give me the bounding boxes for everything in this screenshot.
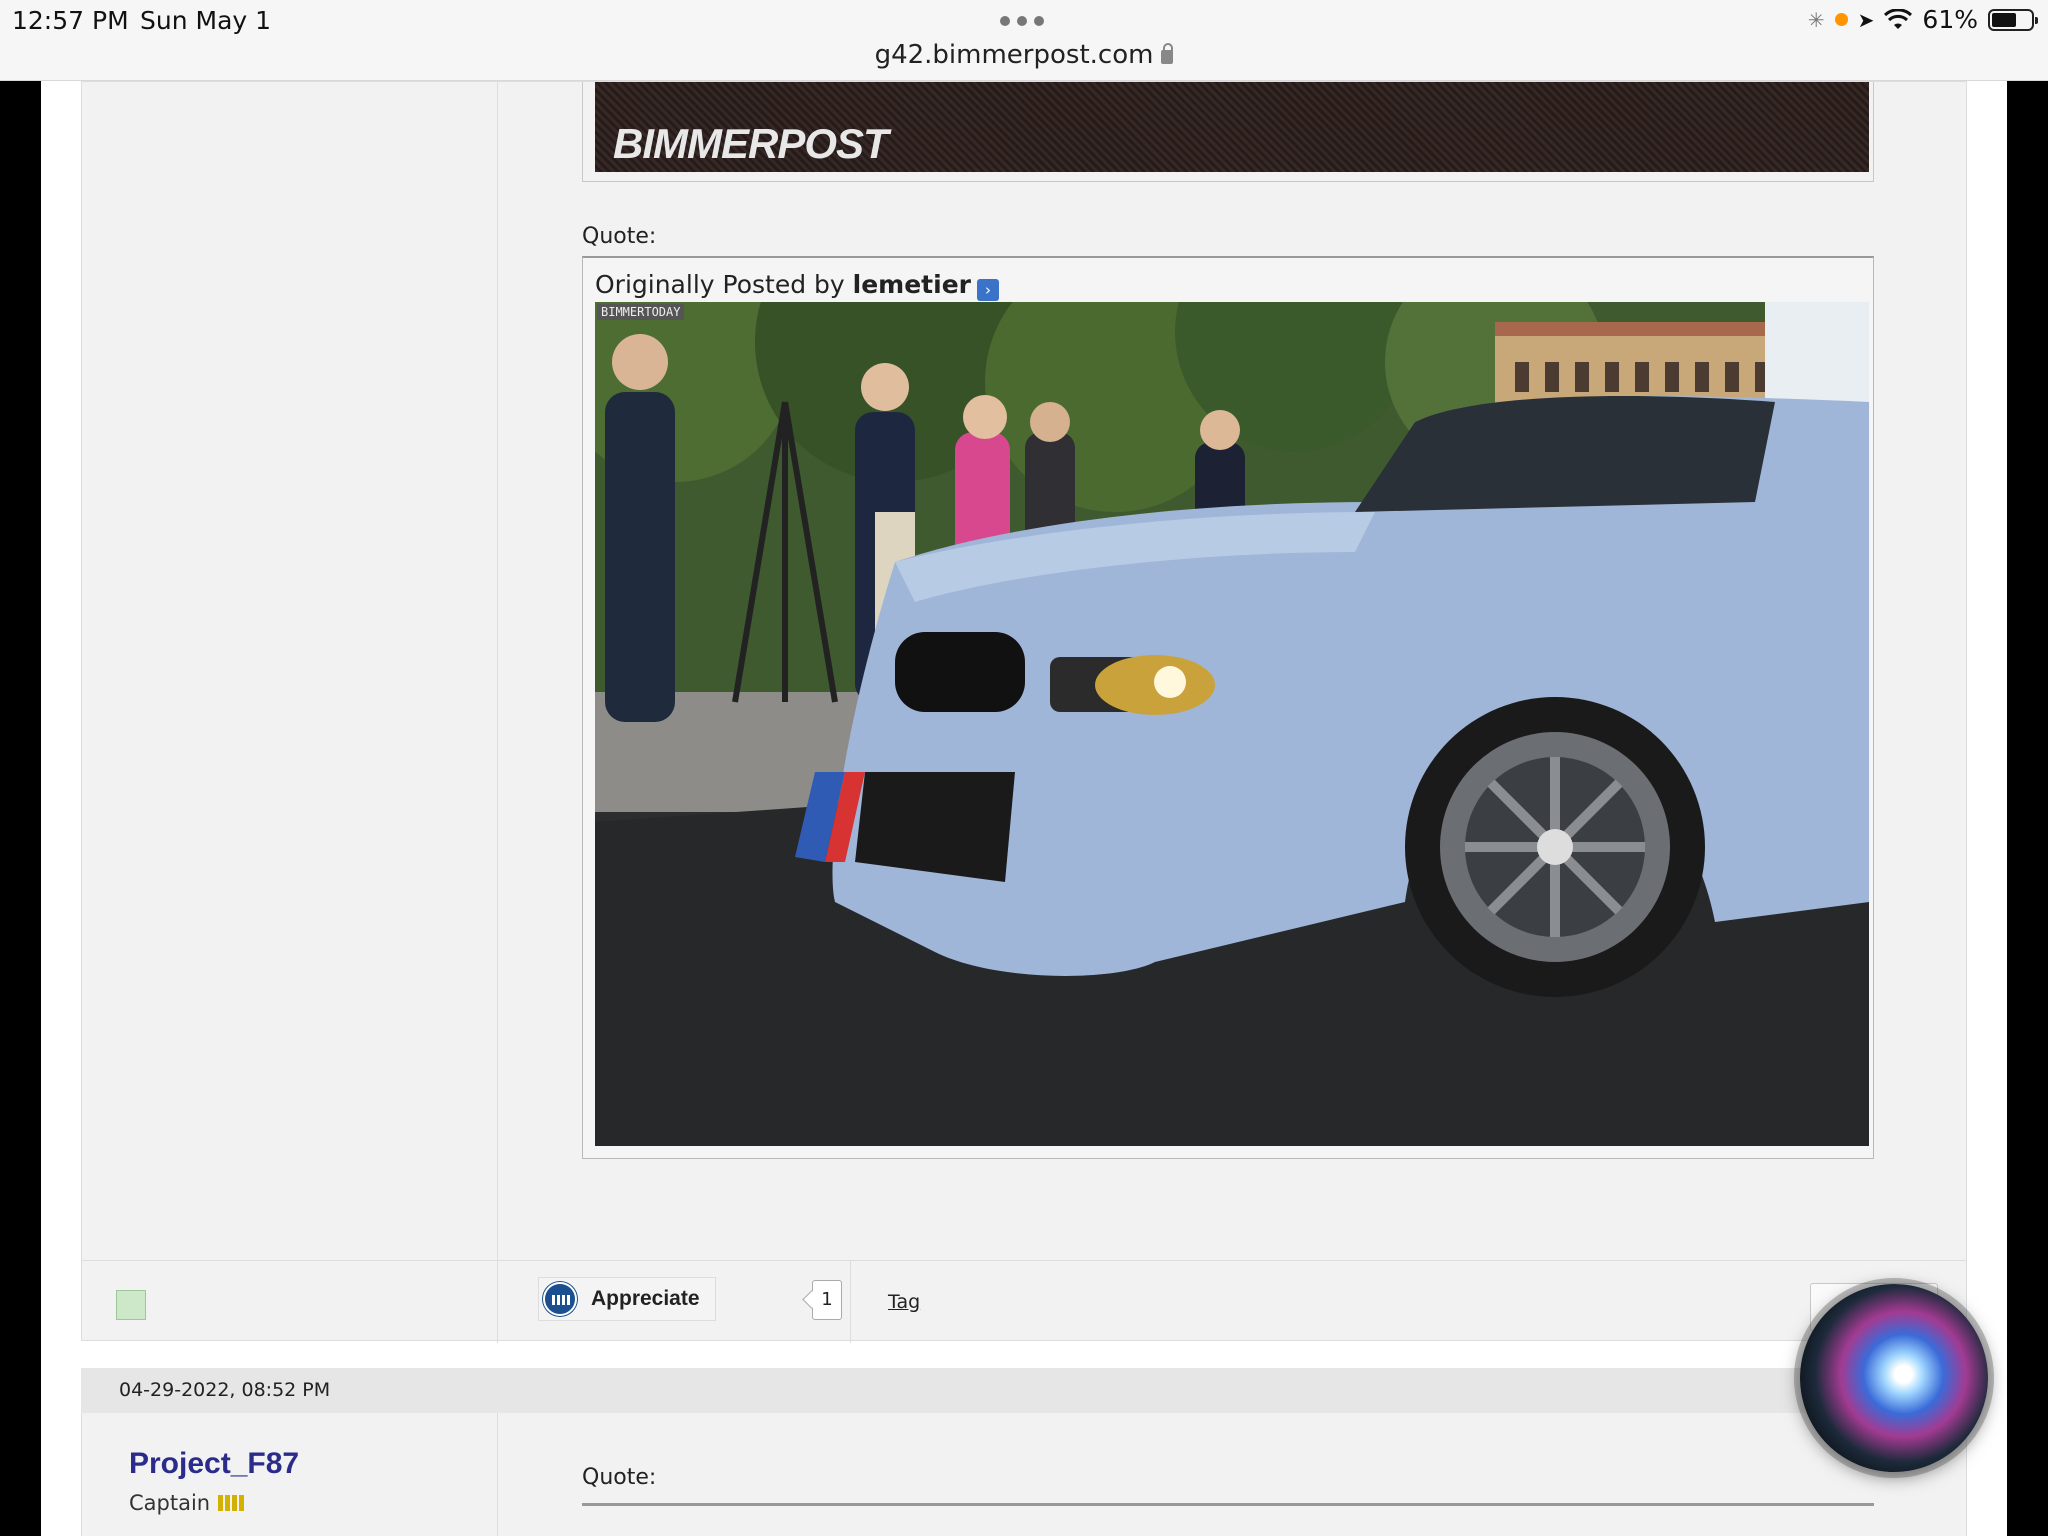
post-footer-bar: Appreciate 1 Tag	[82, 1260, 1966, 1343]
quote-author[interactable]: lemetier	[853, 270, 971, 299]
footer-divider	[850, 1261, 851, 1343]
status-indicators: ✳ ➤ 61%	[1807, 5, 2038, 34]
battery-icon	[1988, 8, 2038, 31]
user-rank: Captain	[129, 1491, 245, 1515]
safari-top-bar: 12:57 PM Sun May 1 ✳ ➤ 61% g42.bimmerpos…	[0, 0, 2048, 81]
quoted-car-photo[interactable]: BIMMERTODAY	[595, 302, 1869, 1146]
appreciate-icon	[543, 1282, 577, 1316]
post-date: 04-29-2022, 08:52 PM	[119, 1379, 331, 1401]
car-photo-illustration	[595, 302, 1869, 1146]
tag-link[interactable]: Tag	[888, 1291, 920, 1313]
siri-orb-icon[interactable]	[1800, 1284, 1988, 1472]
multitasking-dots-icon[interactable]	[1000, 16, 1044, 26]
activity-spinner-icon: ✳	[1807, 7, 1825, 32]
wifi-icon	[1884, 8, 1913, 29]
post-user-column: Project_F87 Captain	[82, 1413, 498, 1536]
rank-bars-icon	[218, 1495, 245, 1511]
appreciate-count[interactable]: 1	[812, 1280, 842, 1320]
status-time: 12:57 PM	[12, 6, 129, 35]
appreciate-button[interactable]: Appreciate	[538, 1277, 716, 1321]
lock-icon	[1161, 43, 1174, 64]
quote-box: Originally Posted by lemetier › BIMMERTO…	[582, 256, 1874, 1159]
status-date: Sun May 1	[140, 6, 272, 35]
online-status-icon	[116, 1290, 146, 1320]
appreciate-label: Appreciate	[591, 1287, 700, 1310]
quote-prefix: Originally Posted by	[595, 270, 845, 299]
quote-label: Quote:	[582, 1465, 657, 1490]
location-arrow-icon: ➤	[1857, 7, 1875, 32]
address-bar[interactable]: g42.bimmerpost.com	[0, 40, 2048, 70]
forum-post: Project_F87 Captain Quote:	[81, 1413, 1967, 1536]
url-text: g42.bimmerpost.com	[874, 40, 1154, 70]
microphone-indicator-icon	[1834, 13, 1848, 26]
post-content-column: BIMMERPOST Quote: Originally Posted by l…	[499, 82, 1966, 1260]
quote-label: Quote:	[582, 224, 657, 249]
bimmerpost-logo: BIMMERPOST	[613, 120, 889, 167]
username-link[interactable]: Project_F87	[129, 1447, 299, 1481]
post-user-column	[82, 82, 498, 1260]
previous-quote-box: BIMMERPOST	[582, 82, 1874, 182]
image-watermark: BIMMERTODAY	[597, 304, 685, 320]
forum-page: BIMMERPOST Quote: Originally Posted by l…	[41, 81, 2007, 1536]
quote-origin: Originally Posted by lemetier ›	[595, 270, 999, 301]
quote-box-top-border	[582, 1503, 1874, 1506]
rank-label: Captain	[129, 1491, 211, 1515]
bimmerpost-banner-image: BIMMERPOST	[595, 82, 1869, 172]
battery-percent: 61%	[1922, 5, 1978, 34]
forum-post: BIMMERPOST Quote: Originally Posted by l…	[81, 81, 1967, 1343]
post-header: 04-29-2022, 08:52 PM	[81, 1368, 1967, 1413]
post-footer-user-area	[82, 1261, 498, 1343]
view-post-arrow-icon[interactable]: ›	[976, 279, 999, 301]
